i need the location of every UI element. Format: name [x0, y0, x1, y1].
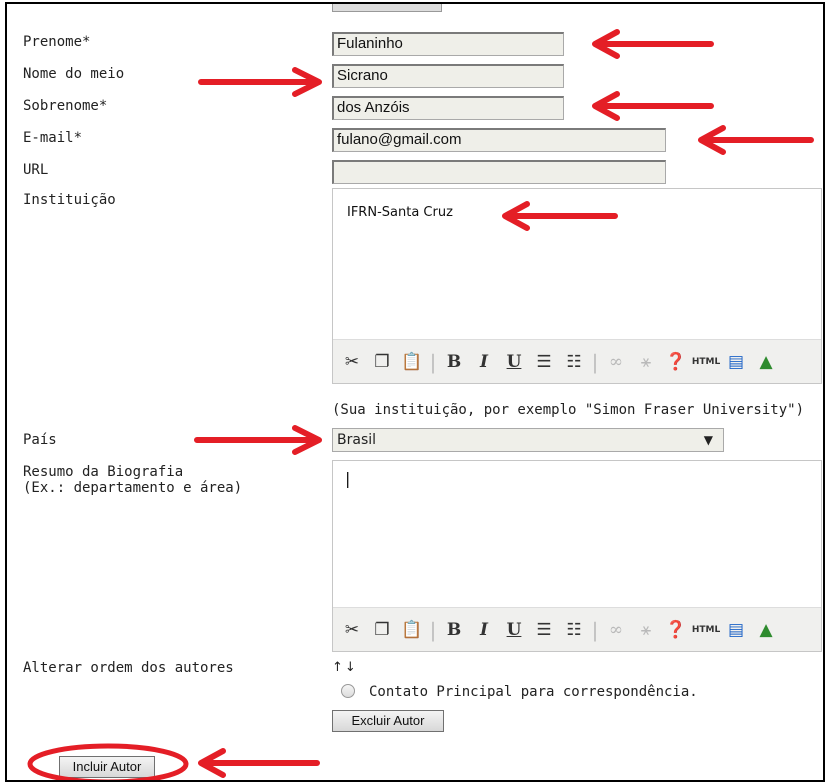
prenome-input[interactable]: Fulaninho: [332, 32, 564, 56]
image-upload-icon[interactable]: ▲: [753, 349, 779, 375]
instituicao-toolbar: ✂ ❐ 📋 | B I U ☰ ☷ | ∞ ⚹ ❓ HTML ▤ ▲: [333, 339, 821, 383]
italic-icon[interactable]: I: [471, 349, 497, 375]
pais-select[interactable]: Brasil ▼: [332, 428, 724, 452]
underline-icon[interactable]: U: [501, 349, 527, 375]
cut-icon[interactable]: ✂: [339, 617, 365, 643]
annotation-arrow-icon: [592, 29, 714, 59]
help-icon[interactable]: ❓: [663, 349, 689, 375]
excluir-autor-button[interactable]: Excluir Autor: [332, 710, 444, 732]
numbered-list-icon[interactable]: ☷: [561, 617, 587, 643]
help-icon[interactable]: ❓: [663, 617, 689, 643]
toolbar-separator: |: [591, 349, 599, 374]
biografia-label: Resumo da Biografia: [23, 464, 184, 480]
top-partial-button[interactable]: [332, 4, 442, 12]
underline-icon[interactable]: U: [501, 617, 527, 643]
email-label: E-mail*: [23, 130, 83, 146]
biografia-toolbar: ✂ ❐ 📋 | B I U ☰ ☷ | ∞ ⚹ ❓ HTML ▤ ▲: [333, 607, 821, 651]
bold-icon[interactable]: B: [441, 617, 467, 643]
italic-icon[interactable]: I: [471, 617, 497, 643]
pais-selected-value: Brasil: [337, 432, 377, 448]
toolbar-separator: |: [429, 349, 437, 374]
annotation-arrow-icon: [198, 67, 322, 97]
prenome-label: Prenome*: [23, 34, 91, 50]
author-order-arrows[interactable]: ↑↓: [332, 660, 358, 675]
paste-icon[interactable]: 📋: [399, 349, 425, 375]
biografia-editor[interactable]: | ✂ ❐ 📋 | B I U ☰ ☷ | ∞ ⚹ ❓ HTML ▤ ▲: [332, 460, 822, 652]
bullet-list-icon[interactable]: ☰: [531, 617, 557, 643]
copy-icon[interactable]: ❐: [369, 349, 395, 375]
nome-do-meio-label: Nome do meio: [23, 66, 125, 82]
toolbar-separator: |: [591, 617, 599, 642]
toolbar-separator: |: [429, 617, 437, 642]
url-label: URL: [23, 162, 49, 178]
annotation-arrow-icon: [698, 125, 814, 155]
biografia-text[interactable]: |: [345, 469, 350, 488]
fullscreen-icon[interactable]: ▤: [723, 349, 749, 375]
annotation-arrow-icon: [194, 425, 322, 455]
nome-do-meio-input[interactable]: Sicrano: [332, 64, 564, 88]
link-icon[interactable]: ∞: [603, 349, 629, 375]
unlink-icon[interactable]: ⚹: [633, 349, 659, 375]
bold-icon[interactable]: B: [441, 349, 467, 375]
cut-icon[interactable]: ✂: [339, 349, 365, 375]
url-input[interactable]: [332, 160, 666, 184]
instituicao-text[interactable]: IFRN-Santa Cruz: [347, 205, 453, 220]
bullet-list-icon[interactable]: ☰: [531, 349, 557, 375]
unlink-icon[interactable]: ⚹: [633, 617, 659, 643]
fullscreen-icon[interactable]: ▤: [723, 617, 749, 643]
annotation-circle-icon: [27, 743, 189, 780]
dropdown-caret-icon: ▼: [703, 433, 713, 447]
sobrenome-input[interactable]: dos Anzóis: [332, 96, 564, 120]
contact-radio[interactable]: [341, 684, 355, 698]
numbered-list-icon[interactable]: ☷: [561, 349, 587, 375]
sobrenome-label: Sobrenome*: [23, 98, 108, 114]
html-icon[interactable]: HTML: [692, 349, 720, 375]
pais-label: País: [23, 432, 57, 448]
contact-label: Contato Principal para correspondência.: [369, 684, 698, 700]
copy-icon[interactable]: ❐: [369, 617, 395, 643]
annotation-arrow-icon: [198, 748, 320, 778]
html-icon[interactable]: HTML: [692, 617, 720, 643]
biografia-label-hint: (Ex.: departamento e área): [23, 480, 243, 496]
alterar-ordem-label: Alterar ordem dos autores: [23, 660, 234, 676]
image-upload-icon[interactable]: ▲: [753, 617, 779, 643]
email-input[interactable]: fulano@gmail.com: [332, 128, 666, 152]
annotation-arrow-icon: [502, 201, 618, 231]
author-form: Prenome* Nome do meio Sobrenome* E-mail*…: [5, 2, 825, 782]
link-icon[interactable]: ∞: [603, 617, 629, 643]
instituicao-label: Instituição: [23, 192, 116, 208]
paste-icon[interactable]: 📋: [399, 617, 425, 643]
annotation-arrow-icon: [592, 91, 714, 121]
instituicao-help-text: (Sua instituição, por exemplo "Simon Fra…: [332, 402, 805, 418]
